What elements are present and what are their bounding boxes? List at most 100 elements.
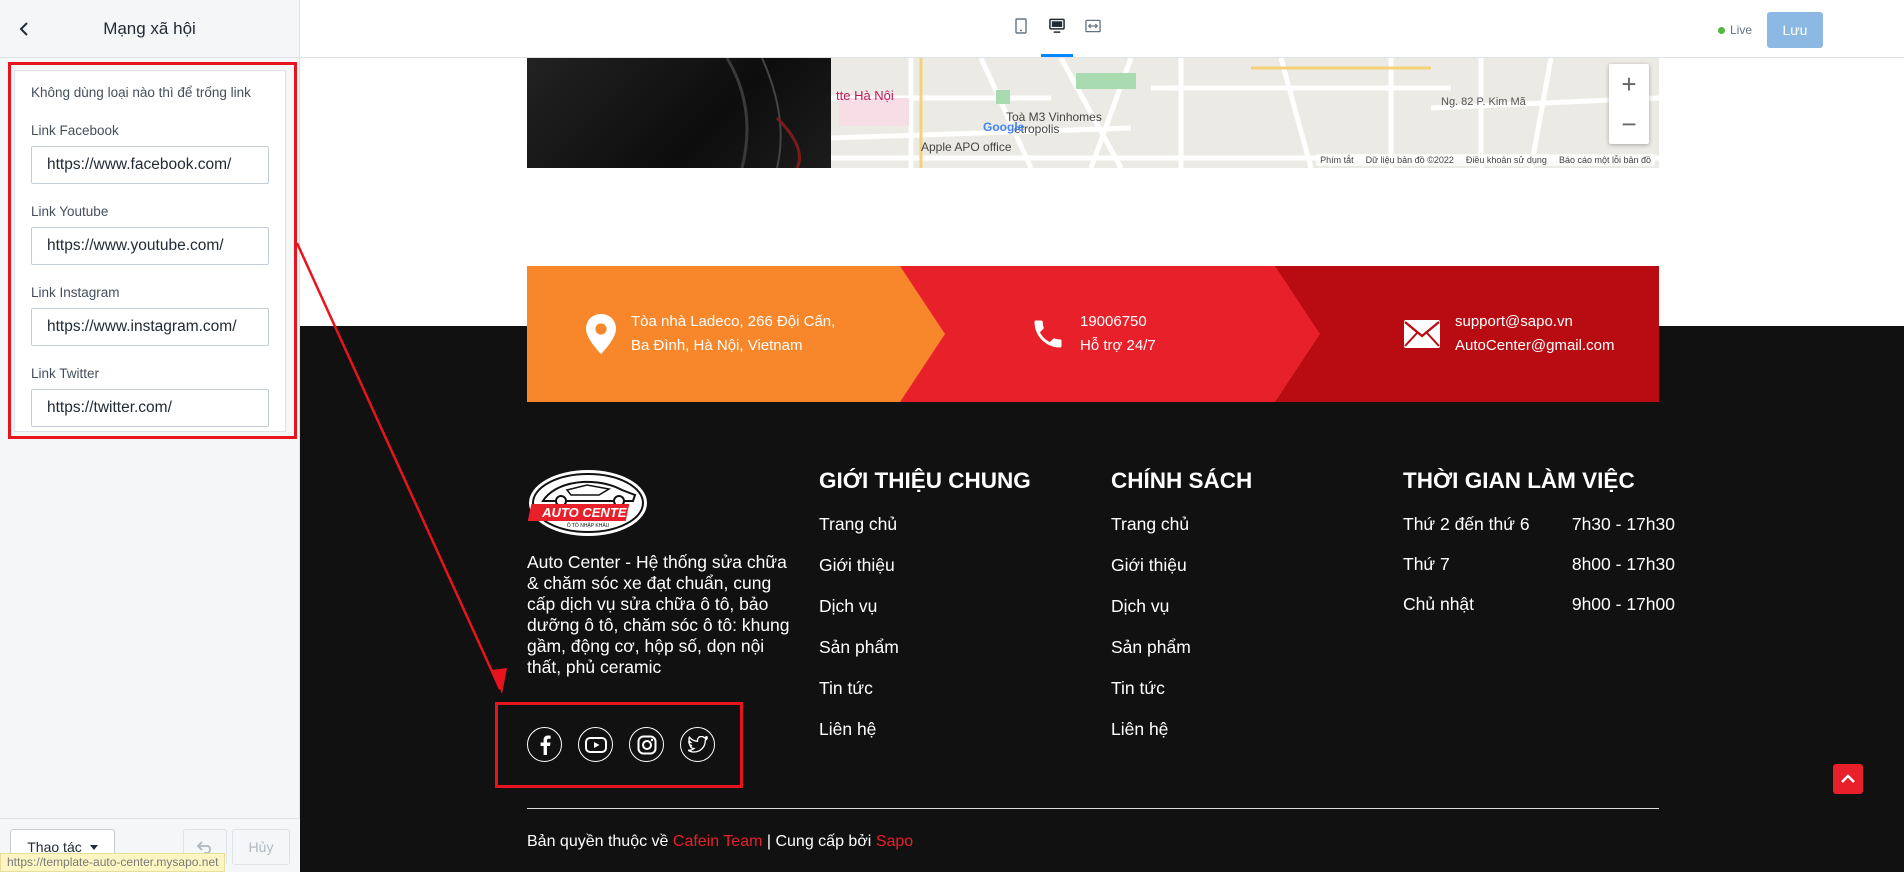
policy-link-home[interactable]: Trang chủ <box>1111 514 1252 555</box>
photo-lines-icon <box>725 58 801 168</box>
save-button[interactable]: Lưu <box>1767 12 1823 48</box>
policy-link-news[interactable]: Tin tức <box>1111 678 1252 719</box>
phone-icon <box>1030 316 1066 352</box>
email-block: support@sapo.vn AutoCenter@gmail.com <box>1275 266 1659 402</box>
phone-block: 19006750 Hỗ trợ 24/7 <box>900 266 1320 402</box>
google-map[interactable]: tte Hà Nội Toà M3 Vinhomes etropolis App… <box>831 58 1659 168</box>
address-line-2: Ba Đình, Hà Nội, Vietnam <box>631 337 803 354</box>
status-bar-url: https://template-auto-center.mysapo.net <box>0 853 226 872</box>
zoom-out-button[interactable]: − <box>1609 104 1649 144</box>
hours-time: 7h30 - 17h30 <box>1571 514 1675 534</box>
map-label-restaurant: tte Hà Nội <box>836 88 894 103</box>
hours-day: Thứ 7 <box>1403 554 1450 574</box>
cafein-team-link[interactable]: Cafein Team <box>673 833 763 850</box>
youtube-icon <box>584 736 607 753</box>
facebook-link[interactable] <box>527 727 562 762</box>
sapo-link[interactable]: Sapo <box>876 833 913 850</box>
email-autocenter[interactable]: AutoCenter@gmail.com <box>1455 334 1614 358</box>
policy-link-products[interactable]: Sản phẩm <box>1111 637 1252 678</box>
phone-support: Hỗ trợ 24/7 <box>1080 337 1156 354</box>
about-text: Auto Center - Hệ thống sửa chữa & chăm s… <box>527 552 790 677</box>
auto-center-logo[interactable]: AUTO CENTER Ô TÔ NHẬP KHẨU <box>527 468 649 538</box>
desktop-view-button[interactable] <box>1041 18 1073 57</box>
mobile-icon <box>1015 18 1027 34</box>
contact-band: Tòa nhà Ladeco, 266 Đội Cấn, Ba Đình, Hà… <box>527 266 1659 402</box>
col-policy-title: CHÍNH SÁCH <box>1111 468 1253 493</box>
back-button[interactable] <box>14 19 34 39</box>
location-pin-icon <box>585 314 617 354</box>
footer-col-policy: CHÍNH SÁCH Trang chủ Giới thiệu Dịch vụ … <box>1111 468 1252 760</box>
hours-time: 8h00 - 17h30 <box>1571 554 1675 574</box>
email-support[interactable]: support@sapo.vn <box>1455 310 1614 334</box>
footer-divider <box>527 808 1659 809</box>
youtube-label: Link Youtube <box>31 204 109 219</box>
address-line-1: Tòa nhà Ladeco, 266 Đội Cấn, <box>631 313 836 330</box>
map-data-text: Dữ liệu bản đồ ©2022 <box>1365 155 1454 165</box>
hours-day: Thứ 2 đến thứ 6 <box>1403 514 1530 534</box>
facebook-label: Link Facebook <box>31 123 119 138</box>
hours-row: Thứ 2 đến thứ 6 7h30 - 17h30 <box>1403 514 1675 554</box>
col-hours-title: THỜI GIAN LÀM VIỆC <box>1403 468 1635 493</box>
instagram-label: Link Instagram <box>31 285 120 300</box>
instagram-link-input[interactable] <box>31 308 269 346</box>
settings-panel: Mạng xã hội Không dùng loại nào thì để t… <box>0 0 300 872</box>
hours-day: Chủ nhật <box>1403 594 1475 614</box>
mobile-view-button[interactable] <box>1013 18 1029 40</box>
scroll-to-top-button[interactable] <box>1833 764 1863 794</box>
site-preview: tte Hà Nội Toà M3 Vinhomes etropolis App… <box>300 58 1904 872</box>
hours-row: Thứ 7 8h00 - 17h30 <box>1403 554 1675 594</box>
instagram-icon <box>637 735 656 754</box>
map-report-link[interactable]: Báo cáo một lỗi bản đồ <box>1559 155 1651 165</box>
google-logo: Google <box>983 120 1025 134</box>
footer-link-about[interactable]: Giới thiệu <box>819 555 1031 596</box>
caret-down-icon <box>89 844 98 850</box>
fullwidth-view-button[interactable] <box>1085 18 1101 40</box>
cancel-button[interactable]: Hủy <box>232 829 290 865</box>
youtube-link-input[interactable] <box>31 227 269 265</box>
device-switcher <box>1013 18 1101 57</box>
youtube-link[interactable] <box>578 727 613 762</box>
hours-row: Chủ nhật 9h00 - 17h00 <box>1403 594 1675 634</box>
policy-link-about[interactable]: Giới thiệu <box>1111 555 1252 596</box>
footer-link-home[interactable]: Trang chủ <box>819 514 1031 555</box>
facebook-link-input[interactable] <box>31 146 269 184</box>
col-intro-title: GIỚI THIỆU CHUNG <box>819 468 1031 493</box>
facebook-icon <box>540 735 551 755</box>
policy-link-contact[interactable]: Liên hệ <box>1111 719 1252 760</box>
policy-link-services[interactable]: Dịch vụ <box>1111 596 1252 637</box>
footer-col-hours: THỜI GIAN LÀM VIỆC Thứ 2 đến thứ 6 7h30 … <box>1403 468 1675 634</box>
undo-icon <box>197 841 211 854</box>
twitter-link[interactable] <box>680 727 715 762</box>
footer-link-news[interactable]: Tin tức <box>819 678 1031 719</box>
twitter-label: Link Twitter <box>31 366 100 381</box>
envelope-icon <box>1403 319 1441 349</box>
hint-text: Không dùng loại nào thì để trống link <box>31 85 251 100</box>
social-icons <box>527 727 715 762</box>
map-attribution: Phím tắt Dữ liệu bản đồ ©2022 Điều khoản… <box>1316 154 1655 166</box>
phone-number[interactable]: 19006750 <box>1080 310 1156 334</box>
copyright-prefix: Bản quyền thuộc về <box>527 833 669 850</box>
desktop-icon <box>1049 18 1065 33</box>
live-label: Live <box>1730 23 1753 37</box>
footer-link-contact[interactable]: Liên hệ <box>819 719 1031 760</box>
address-block: Tòa nhà Ladeco, 266 Đội Cấn, Ba Đình, Hà… <box>527 266 945 402</box>
panel-title: Mạng xã hội <box>103 18 196 38</box>
map-label-street: Ng. 82 P. Kim Mã <box>1441 96 1526 108</box>
copyright-separator: | Cung cấp bởi <box>766 833 872 850</box>
map-label-apple: Apple APO office <box>921 140 1012 154</box>
social-links-card: Không dùng loại nào thì để trống link Li… <box>14 70 286 432</box>
chevron-up-icon <box>1841 774 1855 783</box>
hours-time: 9h00 - 17h00 <box>1571 594 1675 614</box>
twitter-link-input[interactable] <box>31 389 269 427</box>
instagram-link[interactable] <box>629 727 664 762</box>
chevron-left-icon <box>19 22 28 36</box>
editor-topbar: Live Lưu <box>300 0 1904 58</box>
map-shortcuts-link[interactable]: Phím tắt <box>1320 155 1354 165</box>
map-terms-link[interactable]: Điều khoản sử dụng <box>1466 155 1547 165</box>
footer-link-services[interactable]: Dịch vụ <box>819 596 1031 637</box>
logo-subtext: Ô TÔ NHẬP KHẨU <box>566 523 610 529</box>
live-indicator: Live <box>1718 23 1752 37</box>
map-zoom-control: + − <box>1609 64 1649 144</box>
footer-link-products[interactable]: Sản phẩm <box>819 637 1031 678</box>
zoom-in-button[interactable]: + <box>1609 64 1649 104</box>
